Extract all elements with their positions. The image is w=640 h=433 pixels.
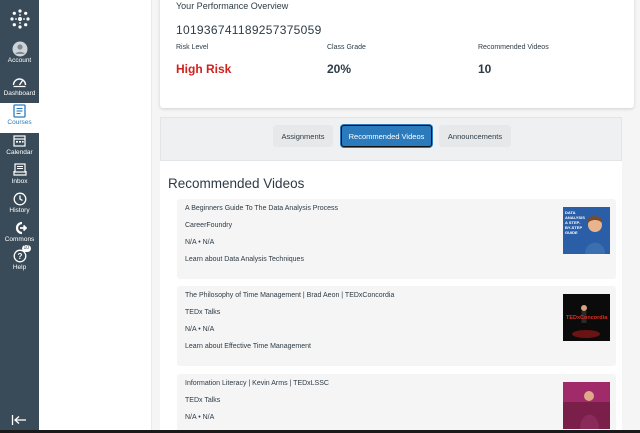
help-icon: ? 10 <box>12 245 32 263</box>
nav-item-courses[interactable]: Courses <box>0 103 39 133</box>
class-grade-value: 20% <box>327 62 352 76</box>
help-badge: 10 <box>21 245 32 252</box>
performance-overview-card: Your Performance Overview 10193674118925… <box>160 0 634 108</box>
video-thumbnail[interactable] <box>563 382 610 429</box>
nav-item-inbox[interactable]: Inbox <box>0 162 39 191</box>
global-navigation: Account Dashboard Courses Calendar Inbox… <box>0 0 39 433</box>
student-id: 1019367411892573750​59 <box>176 23 322 37</box>
nav-item-commons[interactable]: Commons <box>0 220 39 249</box>
video-card[interactable]: A Beginners Guide To The Data Analysis P… <box>177 199 616 279</box>
dashboard-icon <box>12 74 28 89</box>
canvas-logo-icon[interactable] <box>0 4 39 34</box>
inbox-icon <box>12 162 28 177</box>
performance-title: Your Performance Overview <box>176 1 289 11</box>
recommended-videos-label: Recommended Videos <box>478 44 549 51</box>
thumbnail-caption: DATA ANALYSIS A STEP-BY-STEP GUIDE <box>565 210 585 235</box>
video-channel: TEDx Talks <box>185 309 221 316</box>
nav-label: History <box>9 207 30 214</box>
tab-bar: Assignments Recommended Videos Announcem… <box>160 117 622 161</box>
video-title[interactable]: The Philosophy of Time Management | Brad… <box>185 292 394 299</box>
history-icon <box>12 191 28 206</box>
main-content: Your Performance Overview 10193674118925… <box>152 0 640 433</box>
nav-item-dashboard[interactable]: Dashboard <box>0 74 39 103</box>
nav-label: Commons <box>4 236 35 243</box>
video-meta: N/A • N/A <box>185 414 215 421</box>
video-title[interactable]: A Beginners Guide To The Data Analysis P… <box>185 205 338 212</box>
video-thumbnail[interactable]: DATA ANALYSIS A STEP-BY-STEP GUIDE <box>563 207 610 254</box>
recommended-videos-count: 10 <box>478 62 492 76</box>
nav-item-calendar[interactable]: Calendar <box>0 133 39 162</box>
nav-label: Help <box>12 264 27 271</box>
risk-level-label: Risk Level <box>176 44 209 51</box>
risk-level-value: High Risk <box>176 62 232 76</box>
video-thumbnail[interactable]: TEDxConcordia <box>563 294 610 341</box>
video-description: Learn about Data Analysis Techniques <box>185 256 304 263</box>
nav-label: Inbox <box>11 178 28 185</box>
nav-item-account[interactable]: Account <box>0 41 39 70</box>
nav-label: Account <box>7 57 32 64</box>
svg-text:?: ? <box>17 252 22 261</box>
calendar-icon <box>12 133 28 148</box>
collapse-nav-icon[interactable] <box>11 413 27 425</box>
video-meta: N/A • N/A <box>185 239 215 246</box>
class-grade-label: Class Grade <box>327 44 366 51</box>
video-card[interactable]: The Philosophy of Time Management | Brad… <box>177 286 616 366</box>
account-icon <box>12 41 28 56</box>
video-channel: CareerFoundry <box>185 222 233 229</box>
tab-recommended-videos[interactable]: Recommended Videos <box>341 125 432 147</box>
video-channel: TEDx Talks <box>185 397 221 404</box>
nav-item-help[interactable]: ? 10 Help <box>0 245 39 277</box>
nav-label: Courses <box>7 119 32 126</box>
tab-announcements[interactable]: Announcements <box>439 125 511 147</box>
nav-label: Dashboard <box>3 90 36 97</box>
nav-label: Calendar <box>6 149 33 156</box>
section-title: Recommended Videos <box>168 176 305 191</box>
commons-icon <box>12 220 28 235</box>
courses-icon <box>12 103 28 118</box>
tab-assignments[interactable]: Assignments <box>273 125 333 147</box>
course-navigation-panel <box>39 0 152 433</box>
nav-item-history[interactable]: History <box>0 191 39 220</box>
video-meta: N/A • N/A <box>185 326 215 333</box>
video-card[interactable]: Information Literacy | Kevin Arms | TEDx… <box>177 374 616 433</box>
video-description: Learn about Effective Time Management <box>185 343 311 350</box>
recommended-videos-panel: Recommended Videos A Beginners Guide To … <box>160 161 622 433</box>
thumbnail-caption: TEDxConcordia <box>566 315 608 321</box>
video-title[interactable]: Information Literacy | Kevin Arms | TEDx… <box>185 380 329 387</box>
